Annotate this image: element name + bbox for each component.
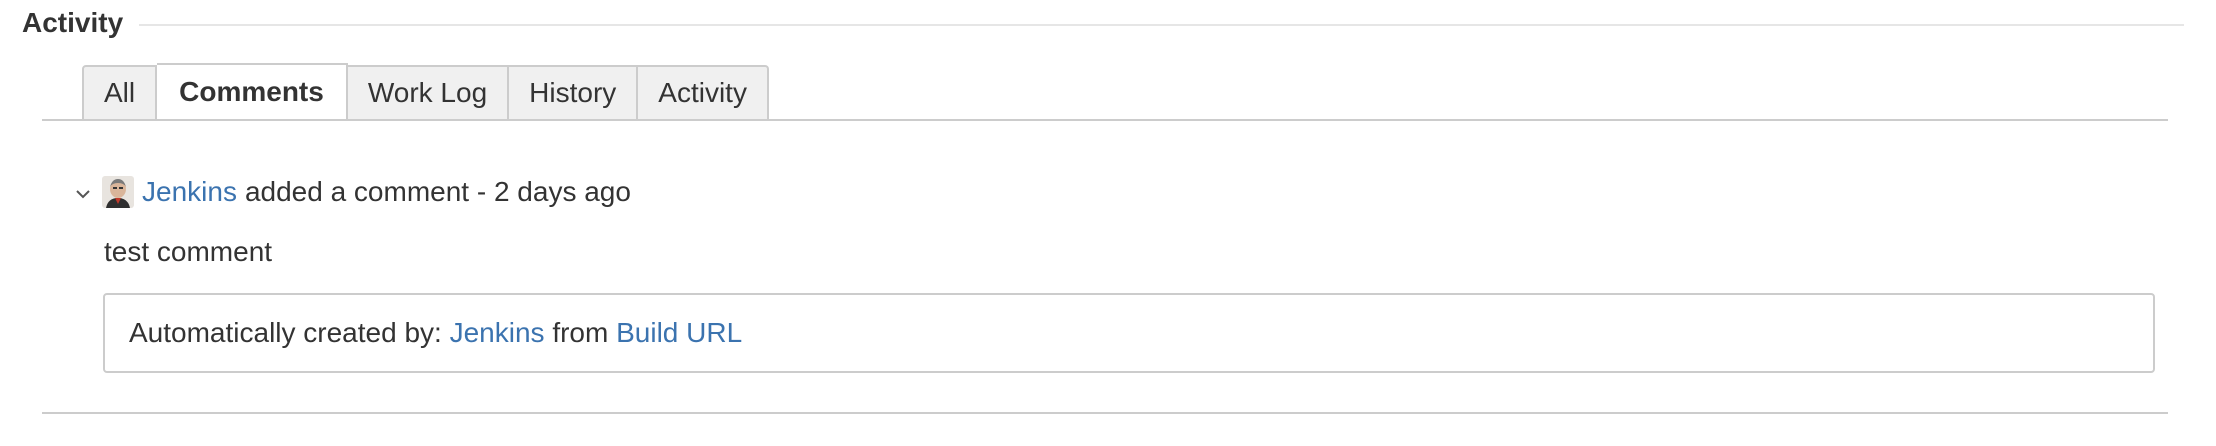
tab-comments[interactable]: Comments	[157, 63, 348, 121]
auto-created-panel: Automatically created by: Jenkins from B…	[103, 293, 2155, 373]
tab-history[interactable]: History	[509, 65, 639, 121]
section-title: Activity	[22, 7, 124, 38]
activity-tabs: All Comments Work Log History Activity	[82, 63, 769, 121]
chevron-down-icon[interactable]	[70, 181, 96, 207]
auto-created-prefix: Automatically created by:	[129, 317, 442, 348]
tab-work-log[interactable]: Work Log	[347, 65, 510, 121]
header-divider	[139, 24, 2184, 26]
bottom-divider	[42, 412, 2168, 414]
comment-author-link[interactable]: Jenkins	[142, 176, 237, 208]
tab-all[interactable]: All	[82, 65, 158, 121]
avatar[interactable]	[102, 176, 134, 208]
auto-created-from: from	[552, 317, 609, 348]
comment-body: test comment	[104, 236, 273, 267]
tab-activity[interactable]: Activity	[638, 65, 769, 121]
comment-meta: added a comment - 2 days ago	[244, 176, 631, 207]
auto-created-author-link[interactable]: Jenkins	[450, 317, 545, 349]
activity-section-header: Activity	[22, 6, 2184, 40]
build-url-link[interactable]: Build URL	[616, 317, 742, 349]
tabs-divider	[42, 119, 2168, 121]
comment-header: Jenkins added a comment - 2 days ago	[70, 172, 631, 212]
